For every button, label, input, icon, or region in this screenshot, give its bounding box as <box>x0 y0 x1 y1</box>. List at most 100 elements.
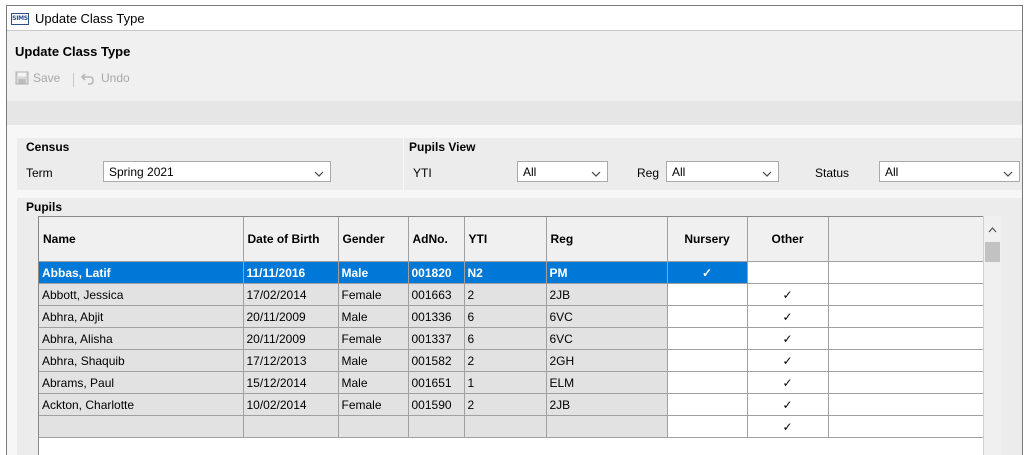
chevron-down-icon <box>314 167 324 181</box>
undo-label: Undo <box>101 71 130 85</box>
pupils-grid: Name Date of Birth Gender AdNo. YTI Reg … <box>38 216 983 455</box>
reg-cell: ELM <box>546 371 668 394</box>
term-select[interactable]: Spring 2021 <box>103 161 331 182</box>
yti-cell: 2 <box>464 393 547 416</box>
column-header-adno[interactable]: AdNo. <box>408 217 465 262</box>
adno-cell <box>408 415 465 438</box>
reg-select[interactable]: All <box>666 161 779 182</box>
adno-cell: 001651 <box>408 371 465 394</box>
name-cell: Ackton, Charlotte <box>39 393 244 416</box>
table-row[interactable]: ✓ <box>39 415 983 438</box>
pupils-view-title: Pupils View <box>409 140 476 154</box>
table-row[interactable]: Abhra, Alisha 20/11/2009 Female 001337 6 6VC ✓ <box>39 327 983 350</box>
header-strip <box>7 101 1022 125</box>
nursery-checkbox-cell[interactable] <box>667 393 748 416</box>
census-panel: Census Term Spring 2021 <box>17 138 403 190</box>
save-label: Save <box>33 71 61 85</box>
dob-cell: 20/11/2009 <box>243 305 339 328</box>
nursery-checkbox-cell[interactable] <box>667 305 748 328</box>
other-checkbox-cell[interactable]: ✓ <box>747 415 829 438</box>
gender-cell: Male <box>338 371 409 394</box>
other-checkbox-cell[interactable]: ✓ <box>747 371 829 394</box>
toolbar-divider <box>73 73 74 87</box>
scrollbar-thumb[interactable] <box>985 242 1000 262</box>
table-row[interactable]: Abhra, Shaquib 17/12/2013 Male 001582 2 2GH ✓ <box>39 349 983 372</box>
column-header-name[interactable]: Name <box>39 217 244 262</box>
save-button[interactable]: Save <box>15 71 60 85</box>
nursery-checkbox-cell[interactable] <box>667 283 748 306</box>
status-value: All <box>885 165 899 179</box>
column-header-yti[interactable]: YTI <box>464 217 547 262</box>
pupils-table: Name Date of Birth Gender AdNo. YTI Reg … <box>39 217 983 438</box>
undo-button[interactable]: Undo <box>81 71 130 85</box>
adno-cell: 001590 <box>408 393 465 416</box>
column-header-dob[interactable]: Date of Birth <box>243 217 339 262</box>
name-cell: Abrams, Paul <box>39 371 244 394</box>
save-icon <box>15 71 29 85</box>
page-header: Update Class Type Save Undo <box>7 31 1022 125</box>
status-select[interactable]: All <box>879 161 1020 182</box>
adno-cell: 001663 <box>408 283 465 306</box>
column-header-other[interactable]: Other <box>747 217 829 262</box>
table-row[interactable]: Abrams, Paul 15/12/2014 Male 001651 1 ELM ✓ <box>39 371 983 394</box>
table-row[interactable]: Abbas, Latif 11/11/2016 Male 001820 N2 PM ✓ <box>39 261 983 284</box>
status-label: Status <box>815 166 850 180</box>
yti-cell <box>464 415 547 438</box>
nursery-checkbox-cell[interactable]: ✓ <box>667 261 748 284</box>
reg-cell: 6VC <box>546 305 668 328</box>
yti-cell: 2 <box>464 349 547 372</box>
chevron-down-icon <box>591 167 601 181</box>
name-cell: Abhra, Alisha <box>39 327 244 350</box>
reg-cell: 2GH <box>546 349 668 372</box>
nursery-checkbox-cell[interactable] <box>667 327 748 350</box>
sims-app-icon: SIMS <box>11 13 29 25</box>
row-filler-cell <box>828 305 983 328</box>
gender-cell: Male <box>338 261 409 284</box>
column-header-nursery[interactable]: Nursery <box>667 217 748 262</box>
dob-cell: 17/12/2013 <box>243 349 339 372</box>
table-row[interactable]: Abhra, Abjit 20/11/2009 Male 001336 6 6VC ✓ <box>39 305 983 328</box>
gender-cell: Female <box>338 283 409 306</box>
other-checkbox-cell[interactable] <box>747 261 829 284</box>
table-row[interactable]: Abbott, Jessica 17/02/2014 Female 001663 2 2J… <box>39 283 983 306</box>
table-row[interactable]: Ackton, Charlotte 10/02/2014 Female 001590 2… <box>39 393 983 416</box>
update-class-type-window: SIMS Update Class Type Update Class Type… <box>6 5 1023 455</box>
adno-cell: 001582 <box>408 349 465 372</box>
reg-cell: PM <box>546 261 668 284</box>
nursery-checkbox-cell[interactable] <box>667 349 748 372</box>
reg-value: All <box>672 165 686 179</box>
other-checkbox-cell[interactable]: ✓ <box>747 305 829 328</box>
yti-label: YTI <box>413 166 432 180</box>
column-header-gender[interactable]: Gender <box>338 217 409 262</box>
pupils-panel: Pupils Name Date of Birth Gender AdNo. Y… <box>17 198 1022 455</box>
yti-select[interactable]: All <box>517 161 608 182</box>
reg-label: Reg <box>637 166 660 180</box>
row-filler-cell <box>828 283 983 306</box>
main-content: Census Term Spring 2021 Pupils View YTI … <box>7 125 1022 455</box>
gender-cell: Female <box>338 393 409 416</box>
name-cell: Abbas, Latif <box>39 261 244 284</box>
table-header-row: Name Date of Birth Gender AdNo. YTI Reg … <box>39 217 983 262</box>
dob-cell: 11/11/2016 <box>243 261 339 284</box>
yti-cell: 1 <box>464 371 547 394</box>
row-filler-cell <box>828 327 983 350</box>
other-checkbox-cell[interactable]: ✓ <box>747 349 829 372</box>
column-header-reg[interactable]: Reg <box>546 217 668 262</box>
other-checkbox-cell[interactable]: ✓ <box>747 393 829 416</box>
pupils-view-panel: Pupils View YTI All Reg All Status All <box>404 138 1022 190</box>
chevron-down-icon <box>762 167 772 181</box>
term-label: Term <box>26 166 53 180</box>
nursery-checkbox-cell[interactable] <box>667 415 748 438</box>
row-filler-cell <box>828 371 983 394</box>
dob-cell: 20/11/2009 <box>243 327 339 350</box>
dob-cell: 15/12/2014 <box>243 371 339 394</box>
name-cell: Abbott, Jessica <box>39 283 244 306</box>
gender-cell: Female <box>338 327 409 350</box>
scroll-up-icon[interactable] <box>988 222 997 236</box>
undo-icon <box>81 71 97 85</box>
other-checkbox-cell[interactable]: ✓ <box>747 327 829 350</box>
nursery-checkbox-cell[interactable] <box>667 371 748 394</box>
other-checkbox-cell[interactable]: ✓ <box>747 283 829 306</box>
vertical-scrollbar[interactable] <box>983 216 1001 455</box>
gender-cell <box>338 415 409 438</box>
